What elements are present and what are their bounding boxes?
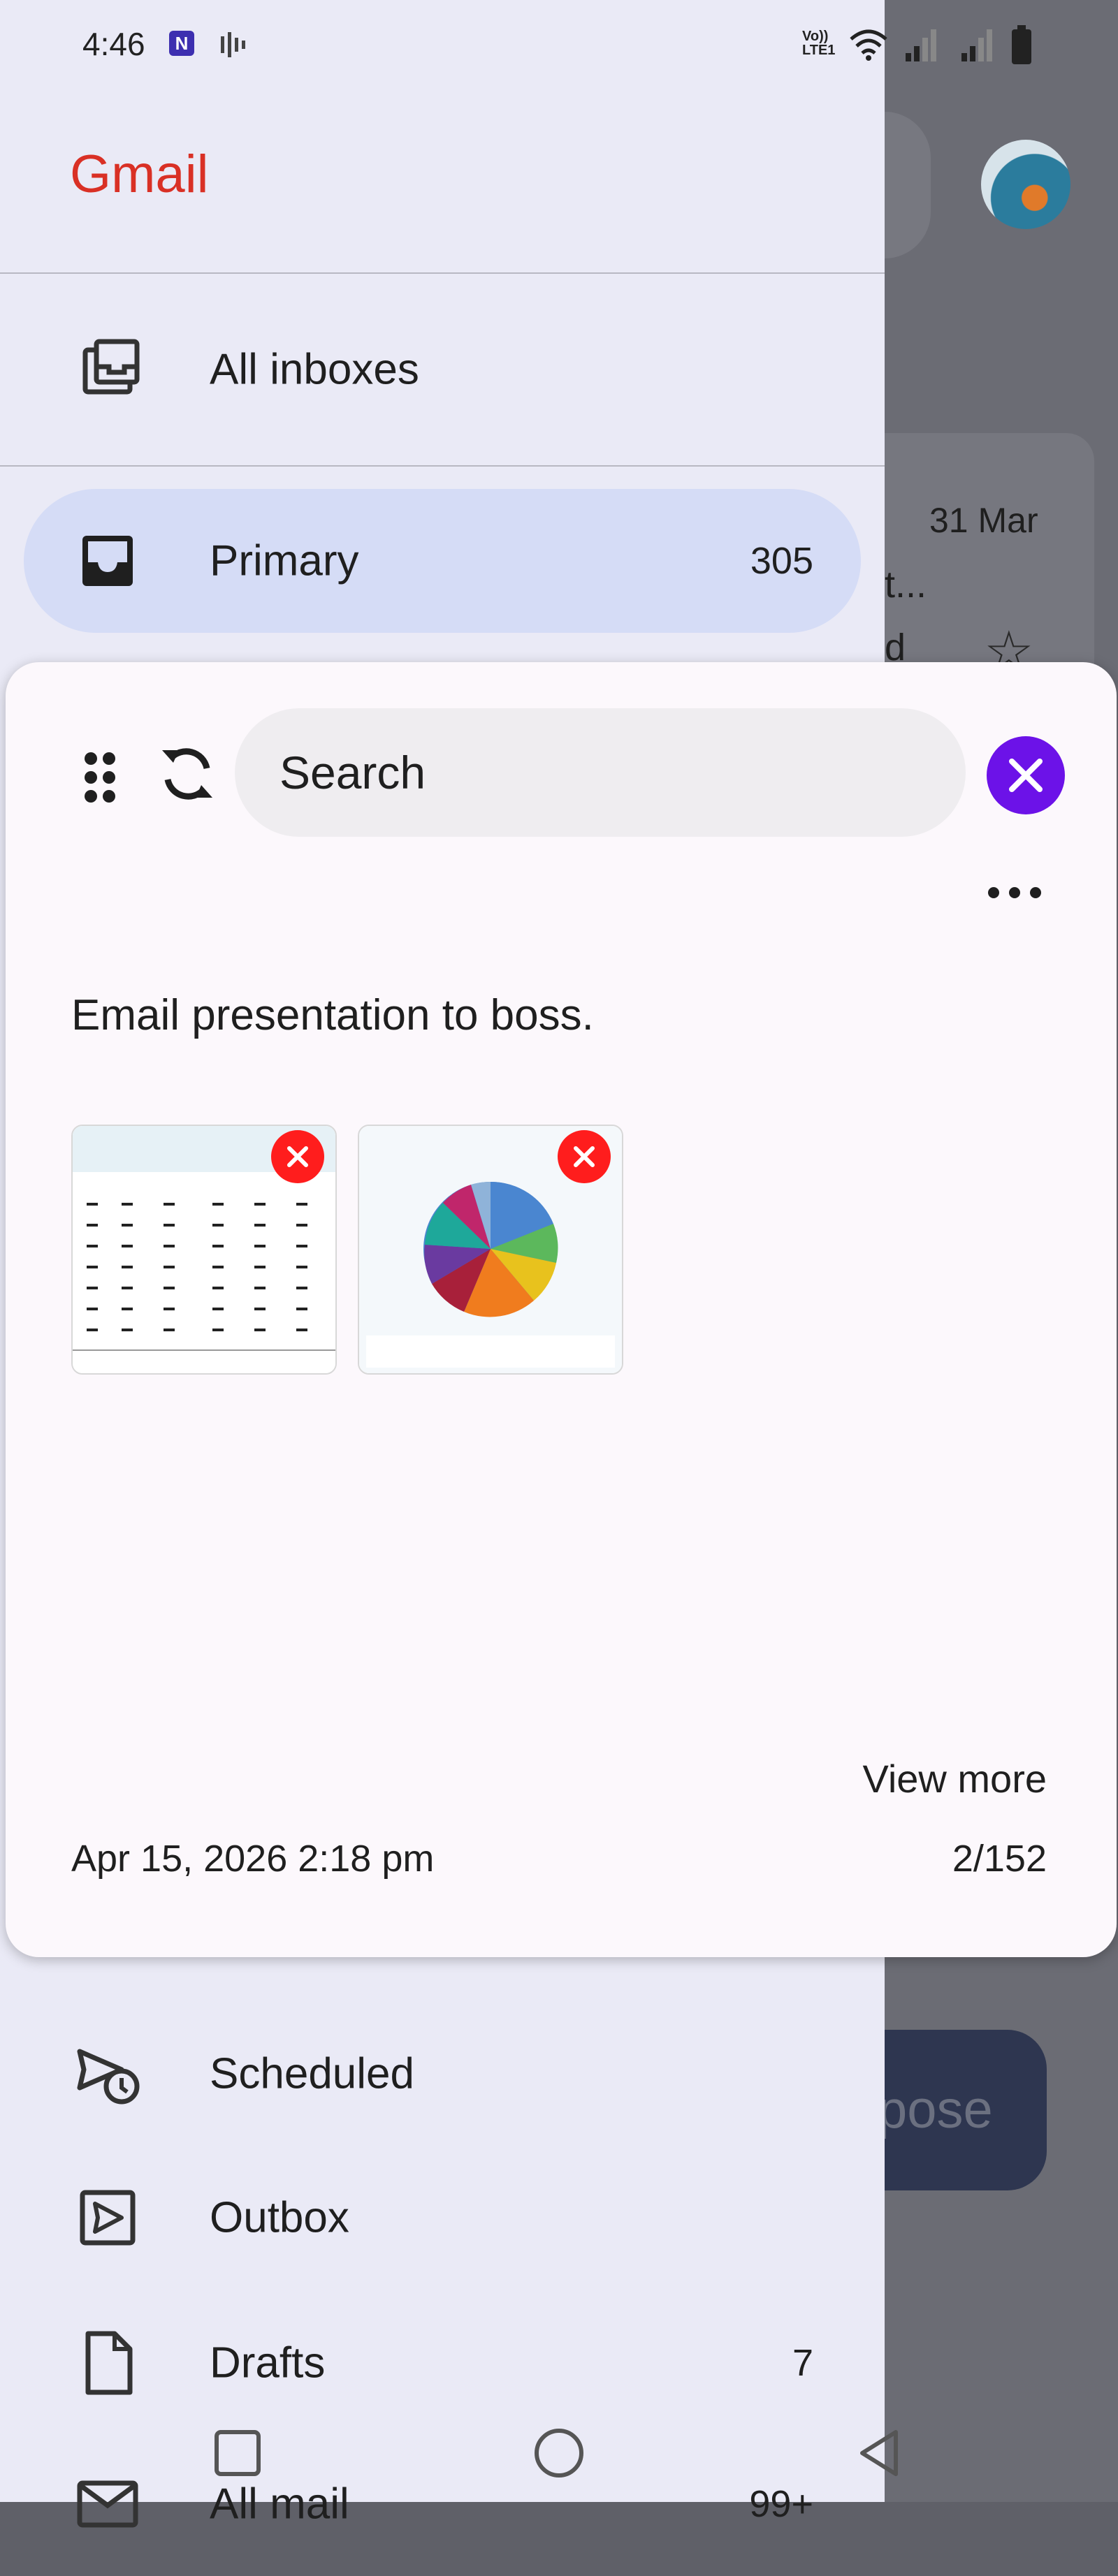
unread-count: 305 [750,540,813,582]
compose-label: pose [878,2080,993,2139]
attachment-pie-chart-thumbnail[interactable] [358,1125,623,1375]
signal-1-icon [906,29,936,61]
background-mail-date: 31 Mar [929,501,1038,540]
recents-icon[interactable] [208,2424,267,2482]
status-bar: 4:46 N Vo)) LTE1 [0,0,1118,84]
outbox-icon [80,2190,136,2246]
background-search-bar [885,112,931,258]
app-title: Gmail [70,145,209,204]
remove-attachment-button[interactable] [558,1130,611,1183]
audio-activity-icon [221,32,245,57]
avatar[interactable] [981,140,1070,229]
drag-handle-icon[interactable] [75,746,124,809]
drawer-item-label: Scheduled [210,2049,415,2098]
draft-icon [85,2331,133,2395]
compose-button: pose [866,2030,1047,2190]
battery-icon [1012,25,1031,64]
drawer-item-outbox[interactable]: Outbox [24,2146,861,2290]
refresh-icon[interactable] [152,739,222,809]
reminder-timestamp: Apr 15, 2026 2:18 pm [71,1838,435,1880]
floating-reminder-card: Email presentation to boss. [6,662,1117,1957]
back-icon[interactable] [851,2424,910,2482]
drawer-item-label: All inboxes [210,345,419,394]
close-icon [574,1146,595,1167]
signal-2-icon [961,29,992,61]
drawer-item-label: Outbox [210,2193,349,2242]
background-mail-subject: t... [885,564,927,606]
wifi-icon [850,29,887,61]
scheduled-send-icon [77,2049,140,2105]
drawer-item-label: Drafts [210,2339,326,2387]
drafts-count: 7 [792,2342,813,2384]
notification-app-icon: N [169,31,194,56]
close-button[interactable] [987,736,1065,814]
all-inboxes-icon [82,339,140,395]
close-icon [1009,759,1043,792]
attachment-spreadsheet-thumbnail[interactable] [71,1125,337,1375]
more-options-icon[interactable] [980,879,1050,907]
drawer-item-all-inboxes[interactable]: All inboxes [24,298,861,441]
status-time: 4:46 [82,26,145,62]
remove-attachment-button[interactable] [271,1130,324,1183]
divider [0,272,885,274]
drawer-item-label: Primary [210,536,359,585]
volte-label: Vo)) LTE1 [802,29,836,58]
home-icon[interactable] [530,2424,588,2482]
system-navigation-bar [0,2403,1118,2502]
divider [0,465,885,467]
close-icon [287,1146,308,1167]
page-indicator: 2/152 [952,1838,1047,1880]
search-input[interactable] [235,708,966,837]
inbox-icon [82,536,133,586]
view-more-link[interactable]: View more [862,1756,1047,1801]
drawer-item-primary[interactable]: Primary 305 [24,489,861,633]
reminder-text: Email presentation to boss. [71,991,594,1039]
drawer-item-scheduled[interactable]: Scheduled [24,2002,861,2146]
